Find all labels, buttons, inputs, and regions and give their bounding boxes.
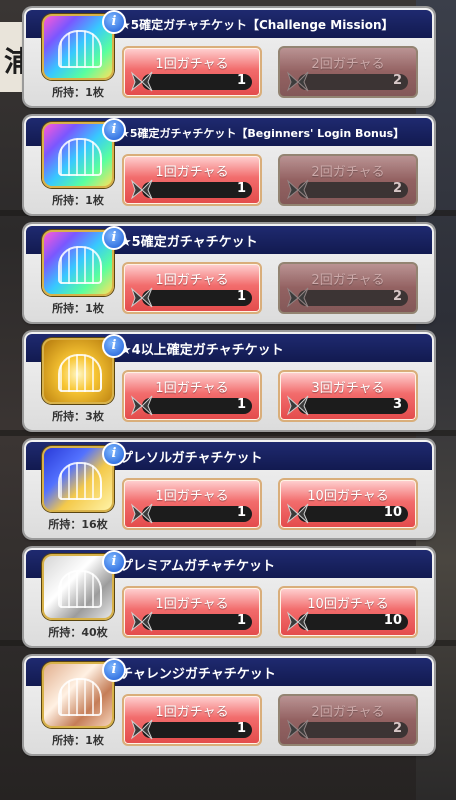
owned-count: 所持：16枚	[48, 518, 108, 531]
gacha-1-button[interactable]: 1回ガチャる 1	[122, 478, 262, 530]
ticket-card-presol: プレソルガチャチケット i 所持：16枚 1回ガチャる 1 10回ガチャる 10	[24, 440, 434, 538]
butterfly-icon	[130, 611, 153, 632]
gacha-multi-button-disabled: 2回ガチャる 2	[278, 694, 418, 746]
count-bar	[142, 614, 252, 630]
butterfly-icon	[286, 719, 309, 740]
owned-count: 所持：40枚	[48, 626, 108, 639]
ticket-title: ★4以上確定ガチャチケット	[120, 343, 284, 358]
ticket-cost: 1	[236, 181, 246, 196]
ticket-cost: 10	[383, 613, 402, 628]
birdcage-icon	[58, 138, 102, 176]
butterfly-icon	[130, 395, 153, 416]
ticket-cost: 1	[236, 505, 246, 520]
info-icon[interactable]: i	[102, 10, 126, 34]
ticket-cost: 10	[383, 505, 402, 520]
gacha-multi-button-disabled: 2回ガチャる 2	[278, 262, 418, 314]
count-bar	[142, 506, 252, 522]
ticket-title: プレソルガチャチケット	[120, 451, 263, 466]
ticket-cost: 1	[236, 289, 246, 304]
ticket-cost: 1	[236, 721, 246, 736]
owned-count: 所持：1枚	[52, 194, 104, 207]
butterfly-icon	[130, 719, 153, 740]
count-bar	[142, 722, 252, 738]
gacha-1-button[interactable]: 1回ガチャる 1	[122, 694, 262, 746]
gacha-1-button[interactable]: 1回ガチャる 1	[122, 46, 262, 98]
birdcage-icon	[58, 246, 102, 284]
birdcage-icon	[58, 30, 102, 68]
info-icon[interactable]: i	[102, 226, 126, 250]
owned-count: 所持：3枚	[52, 410, 104, 423]
gacha-10-button[interactable]: 10回ガチャる 10	[278, 586, 418, 638]
count-bar	[142, 74, 252, 90]
info-icon[interactable]: i	[102, 118, 126, 142]
info-icon[interactable]: i	[102, 658, 126, 682]
birdcage-icon	[58, 570, 102, 608]
ticket-title: ★5確定ガチャチケット【Challenge Mission】	[120, 18, 394, 32]
birdcage-icon	[58, 462, 102, 500]
ticket-cost: 1	[236, 397, 246, 412]
ticket-cost: 1	[236, 613, 246, 628]
gacha-1-button[interactable]: 1回ガチャる 1	[122, 262, 262, 314]
count-bar	[142, 182, 252, 198]
butterfly-icon	[130, 287, 153, 308]
count-bar	[298, 182, 408, 198]
count-bar	[298, 398, 408, 414]
owned-count: 所持：1枚	[52, 86, 104, 99]
butterfly-icon	[286, 179, 309, 200]
butterfly-icon	[130, 503, 153, 524]
ticket-card-beginners-login: ★5確定ガチャチケット【Beginners' Login Bonus】 i 所持…	[24, 116, 434, 214]
butterfly-icon	[286, 287, 309, 308]
owned-count: 所持：1枚	[52, 734, 104, 747]
owned-count: 所持：1枚	[52, 302, 104, 315]
butterfly-icon	[286, 503, 309, 524]
ticket-title: ★5確定ガチャチケット【Beginners' Login Bonus】	[120, 127, 405, 140]
gacha-1-button[interactable]: 1回ガチャる 1	[122, 370, 262, 422]
gacha-1-button[interactable]: 1回ガチャる 1	[122, 154, 262, 206]
ticket-cost: 2	[392, 721, 402, 736]
count-bar	[142, 290, 252, 306]
ticket-cost: 3	[392, 397, 402, 412]
count-bar	[298, 722, 408, 738]
count-bar	[298, 290, 408, 306]
count-bar	[142, 398, 252, 414]
ticket-title: ★5確定ガチャチケット	[120, 235, 258, 250]
ticket-card-premium: プレミアムガチャチケット i 所持：40枚 1回ガチャる 1 10回ガチャる 1…	[24, 548, 434, 646]
info-icon[interactable]: i	[102, 550, 126, 574]
ticket-cost: 2	[392, 289, 402, 304]
birdcage-icon	[58, 678, 102, 716]
gacha-multi-button-disabled: 2回ガチャる 2	[278, 154, 418, 206]
ticket-card-star5: ★5確定ガチャチケット i 所持：1枚 1回ガチャる 1 2回ガチャる 2	[24, 224, 434, 322]
ticket-card-challenge: チャレンジガチャチケット i 所持：1枚 1回ガチャる 1 2回ガチャる 2	[24, 656, 434, 754]
ticket-cost: 2	[392, 73, 402, 88]
ticket-title: プレミアムガチャチケット	[120, 559, 275, 574]
gacha-multi-button-disabled: 2回ガチャる 2	[278, 46, 418, 98]
ticket-cost: 2	[392, 181, 402, 196]
butterfly-icon	[286, 71, 309, 92]
butterfly-icon	[286, 395, 309, 416]
gacha-10-button[interactable]: 10回ガチャる 10	[278, 478, 418, 530]
ticket-card-star4: ★4以上確定ガチャチケット i 所持：3枚 1回ガチャる 1 3回ガチャる 3	[24, 332, 434, 430]
count-bar	[298, 74, 408, 90]
butterfly-icon	[286, 611, 309, 632]
gacha-3-button[interactable]: 3回ガチャる 3	[278, 370, 418, 422]
butterfly-icon	[130, 179, 153, 200]
ticket-cost: 1	[236, 73, 246, 88]
gacha-1-button[interactable]: 1回ガチャる 1	[122, 586, 262, 638]
birdcage-icon	[58, 354, 102, 392]
butterfly-icon	[130, 71, 153, 92]
ticket-card-challenge-mission: ★5確定ガチャチケット【Challenge Mission】 i 所持：1枚 1…	[24, 8, 434, 106]
ticket-title: チャレンジガチャチケット	[120, 667, 276, 682]
background-beam	[0, 430, 456, 436]
info-icon[interactable]: i	[102, 334, 126, 358]
info-icon[interactable]: i	[102, 442, 126, 466]
